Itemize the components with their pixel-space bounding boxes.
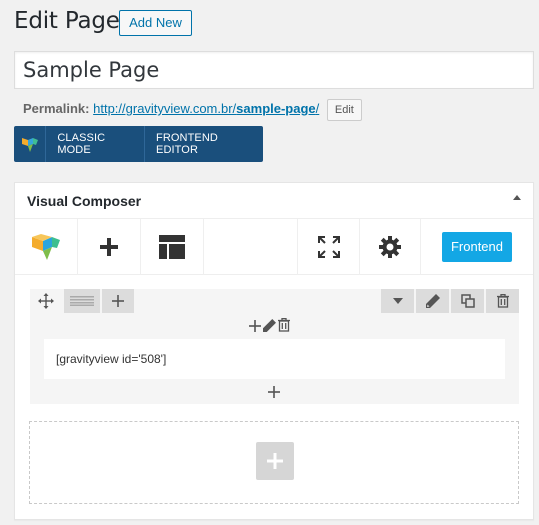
- add-column-plus-icon[interactable]: [102, 289, 134, 313]
- pencil-icon[interactable]: [416, 289, 449, 313]
- add-element-button[interactable]: [256, 442, 294, 480]
- collapse-arrow-icon[interactable]: [513, 195, 521, 200]
- vc-toolbar: Frontend: [15, 219, 533, 275]
- vc-logo-icon: [14, 126, 47, 162]
- trash-icon[interactable]: [278, 317, 290, 337]
- row-controls-left: [30, 289, 134, 313]
- panel-header[interactable]: Visual Composer: [15, 183, 533, 219]
- add-new-button[interactable]: Add New: [119, 10, 192, 36]
- frontend-editor-button[interactable]: FRONTEND EDITOR: [144, 126, 263, 162]
- gear-icon[interactable]: [360, 219, 420, 275]
- templates-layout-icon[interactable]: [141, 219, 203, 275]
- pencil-icon[interactable]: [263, 318, 276, 337]
- classic-mode-button[interactable]: CLASSIC MODE: [46, 126, 144, 162]
- permalink-slug: sample-page: [236, 101, 316, 116]
- frontend-button[interactable]: Frontend: [442, 232, 512, 262]
- page-title-input[interactable]: Sample Page: [14, 51, 534, 89]
- panel-title: Visual Composer: [27, 193, 142, 209]
- move-icon[interactable]: [30, 289, 62, 313]
- add-element-area[interactable]: [29, 421, 519, 504]
- vc-logo-icon[interactable]: [15, 219, 77, 275]
- column-layout-icon[interactable]: [64, 289, 100, 313]
- vc-mode-bar: CLASSIC MODE FRONTEND EDITOR: [14, 126, 263, 162]
- dropdown-icon[interactable]: [381, 289, 414, 313]
- add-element-plus-icon[interactable]: [78, 219, 140, 275]
- shortcode-element[interactable]: [gravityview id='508']: [44, 339, 505, 379]
- visual-composer-panel: Visual Composer Frontend [gravityview id…: [14, 182, 534, 520]
- permalink-label: Permalink:: [23, 101, 90, 116]
- vc-row: [gravityview id='508']: [30, 289, 519, 404]
- permalink-row: Permalink: http://gravityview.com.br/sam…: [23, 98, 362, 122]
- page-title: Edit Page: [14, 8, 120, 34]
- fullscreen-icon[interactable]: [298, 219, 359, 275]
- permalink-base: http://gravityview.com.br/: [93, 101, 237, 116]
- add-element-plus-icon[interactable]: [268, 385, 280, 403]
- column-controls: [249, 317, 290, 337]
- permalink-link[interactable]: http://gravityview.com.br/sample-page/: [93, 101, 319, 116]
- edit-permalink-button[interactable]: Edit: [326, 98, 362, 121]
- trash-icon[interactable]: [486, 289, 519, 313]
- plus-icon: [267, 453, 283, 469]
- add-element-plus-icon[interactable]: [249, 319, 261, 337]
- row-controls-right: [379, 289, 519, 313]
- permalink-trail: /: [315, 101, 320, 116]
- clone-icon[interactable]: [451, 289, 484, 313]
